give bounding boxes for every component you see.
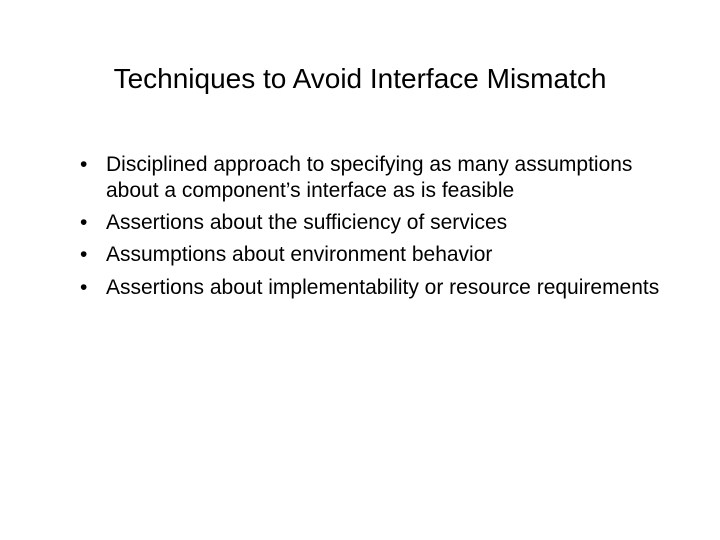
- slide-title: Techniques to Avoid Interface Mismatch: [60, 62, 660, 96]
- slide: Techniques to Avoid Interface Mismatch D…: [0, 0, 720, 540]
- list-item: Assertions about the sufficiency of serv…: [74, 210, 660, 236]
- list-item: Disciplined approach to specifying as ma…: [74, 152, 660, 205]
- list-item: Assertions about implementability or res…: [74, 275, 660, 301]
- bullet-list: Disciplined approach to specifying as ma…: [74, 152, 660, 301]
- list-item: Assumptions about environment behavior: [74, 242, 660, 268]
- slide-body: Disciplined approach to specifying as ma…: [60, 152, 660, 301]
